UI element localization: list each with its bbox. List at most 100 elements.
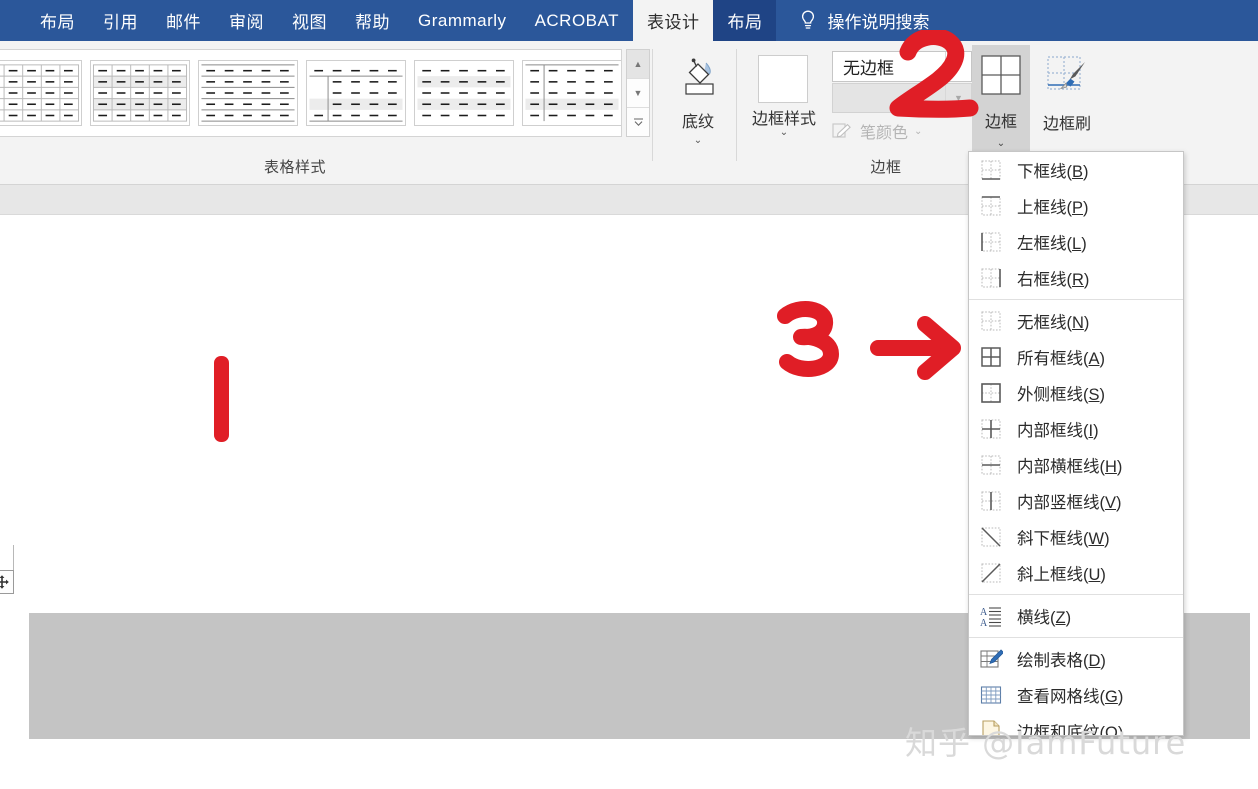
tab-acrobat[interactable]: ACROBAT	[521, 0, 633, 41]
menu-item-label: 查看网格线(G)	[1017, 688, 1124, 706]
border-painter-button[interactable]: 边框刷	[1036, 45, 1098, 157]
table-style-thumb[interactable]	[90, 60, 190, 126]
group-label-table-styles: 表格样式	[263, 159, 326, 176]
tell-me-search[interactable]: 操作说明搜索	[776, 0, 929, 41]
gallery-more-glyph	[633, 117, 643, 126]
menu-item-horizontal-line[interactable]: AA 横线(Z)	[969, 598, 1183, 634]
border-painter-icon	[1044, 53, 1090, 104]
shading-button[interactable]: 底纹 ⌄	[662, 49, 734, 146]
border-inside-horizontal-icon	[979, 453, 1003, 477]
tab-label: 视图	[292, 13, 327, 32]
move-cross-icon	[0, 575, 9, 589]
chevron-down-icon[interactable]: ⌄	[997, 138, 1005, 149]
menu-item-right-border[interactable]: 右框线(R)	[969, 260, 1183, 296]
menu-item-inside-borders[interactable]: 内部框线(I)	[969, 411, 1183, 447]
menu-separator	[969, 594, 1183, 595]
tab-view[interactable]: 视图	[278, 0, 341, 41]
tab-grammarly[interactable]: Grammarly	[404, 0, 521, 41]
table-style-thumb[interactable]	[522, 60, 621, 126]
menu-item-label: 上框线(P)	[1017, 199, 1089, 217]
tab-layout[interactable]: 布局	[26, 0, 89, 41]
menu-item-all-borders[interactable]: 所有框线(A)	[969, 339, 1183, 375]
border-outside-icon	[979, 381, 1003, 405]
menu-item-label: 无框线(N)	[1017, 314, 1090, 332]
draw-table-icon	[979, 647, 1005, 671]
table-styles-gallery[interactable]	[0, 49, 622, 137]
tab-label: 帮助	[355, 13, 390, 32]
menu-item-diagonal-up-border[interactable]: 斜上框线(U)	[969, 555, 1183, 591]
table-style-thumb[interactable]	[306, 60, 406, 126]
border-diagonal-up-icon	[979, 561, 1003, 585]
menu-item-label: 所有框线(A)	[1017, 350, 1106, 368]
view-gridlines-icon	[979, 683, 1003, 707]
tab-label: 布局	[40, 13, 75, 32]
chevron-down-icon[interactable]: ⌄	[746, 127, 822, 138]
menu-item-diagonal-down-border[interactable]: 斜下框线(W)	[969, 519, 1183, 555]
chevron-down-icon[interactable]: ⌄	[694, 136, 702, 146]
table-style-thumb[interactable]	[198, 60, 298, 126]
gallery-scroll-down-icon[interactable]: ▼	[627, 79, 649, 108]
borders-button-label: 边框	[984, 114, 1017, 131]
menu-item-label: 下框线(B)	[1017, 163, 1089, 181]
chevron-down-icon[interactable]: ▼	[945, 84, 971, 112]
tab-label: Grammarly	[418, 10, 507, 30]
borders-button[interactable]: 边框 ⌄	[972, 45, 1030, 157]
lightbulb-icon	[798, 9, 818, 33]
menu-item-view-gridlines[interactable]: 查看网格线(G)	[969, 677, 1183, 713]
tab-references[interactable]: 引用	[89, 0, 152, 41]
border-painter-label: 边框刷	[1042, 116, 1091, 133]
table-style-thumb[interactable]	[0, 60, 82, 126]
border-none-icon	[979, 309, 1003, 333]
gallery-scrollbar[interactable]: ▲ ▼	[626, 49, 650, 137]
svg-text:A: A	[980, 618, 988, 628]
table-move-handle[interactable]	[0, 570, 14, 594]
gallery-more-icon[interactable]	[627, 108, 649, 136]
tab-label: 布局	[727, 13, 763, 32]
tab-table-design[interactable]: 表设计	[632, 0, 714, 41]
border-diagonal-down-icon	[979, 525, 1003, 549]
chevron-down-icon[interactable]: ⌄	[914, 126, 922, 137]
menu-item-label: 绘制表格(D)	[1017, 652, 1106, 670]
ribbon-tab-bar: 布局 引用 邮件 审阅 视图 帮助 Grammarly ACROBAT 表设计 …	[0, 0, 1258, 41]
chevron-down-icon[interactable]: ▼	[945, 52, 971, 81]
menu-item-bottom-border[interactable]: 下框线(B)	[969, 152, 1183, 188]
word-window: 布局 引用 邮件 审阅 视图 帮助 Grammarly ACROBAT 表设计 …	[0, 0, 1258, 789]
tab-table-layout[interactable]: 布局	[713, 0, 777, 41]
table-handle-stem	[13, 545, 14, 571]
tab-review[interactable]: 审阅	[215, 0, 278, 41]
pen-color-button[interactable]: 笔颜色 ⌄	[832, 119, 922, 143]
menu-item-inside-vertical-border[interactable]: 内部竖框线(V)	[969, 483, 1183, 519]
svg-text:A: A	[980, 607, 988, 618]
menu-item-no-border[interactable]: 无框线(N)	[969, 303, 1183, 339]
menu-item-inside-horizontal-border[interactable]: 内部横框线(H)	[969, 447, 1183, 483]
line-style-combobox[interactable]: 无边框 ▼	[832, 51, 972, 82]
borders-dropdown-menu[interactable]: 下框线(B) 上框线(P) 左框线(L) 右框线(R) 无框线(N) 所有框线(…	[968, 151, 1184, 736]
border-inside-vertical-icon	[979, 489, 1003, 513]
group-divider	[736, 49, 737, 161]
tab-help[interactable]: 帮助	[341, 0, 404, 41]
border-top-icon	[979, 194, 1003, 218]
menu-item-left-border[interactable]: 左框线(L)	[969, 224, 1183, 260]
border-inside-icon	[979, 417, 1003, 441]
tab-label: 引用	[103, 13, 138, 32]
border-styles-preview[interactable]	[758, 55, 808, 103]
menu-item-top-border[interactable]: 上框线(P)	[969, 188, 1183, 224]
group-table-styles: ▲ ▼ 表格样式	[0, 41, 653, 185]
tab-mailings[interactable]: 邮件	[152, 0, 215, 41]
menu-item-draw-table[interactable]: 绘制表格(D)	[969, 641, 1183, 677]
border-right-icon	[979, 266, 1003, 290]
border-styles-label: 边框样式	[751, 111, 816, 128]
border-all-icon	[979, 53, 1023, 102]
pen-color-label: 笔颜色	[860, 125, 909, 142]
line-weight-combobox[interactable]: ▼	[832, 83, 972, 113]
line-style-value: 无边框	[843, 59, 894, 78]
menu-item-label: 斜上框线(U)	[1017, 566, 1106, 584]
menu-separator	[969, 637, 1183, 638]
menu-item-label: 内部竖框线(V)	[1017, 494, 1122, 512]
menu-item-outside-borders[interactable]: 外侧框线(S)	[969, 375, 1183, 411]
table-style-thumb[interactable]	[414, 60, 514, 126]
menu-item-label: 内部框线(I)	[1017, 422, 1099, 440]
tab-label: 邮件	[166, 13, 201, 32]
gallery-scroll-up-icon[interactable]: ▲	[627, 50, 649, 79]
menu-item-label: 右框线(R)	[1017, 271, 1090, 289]
